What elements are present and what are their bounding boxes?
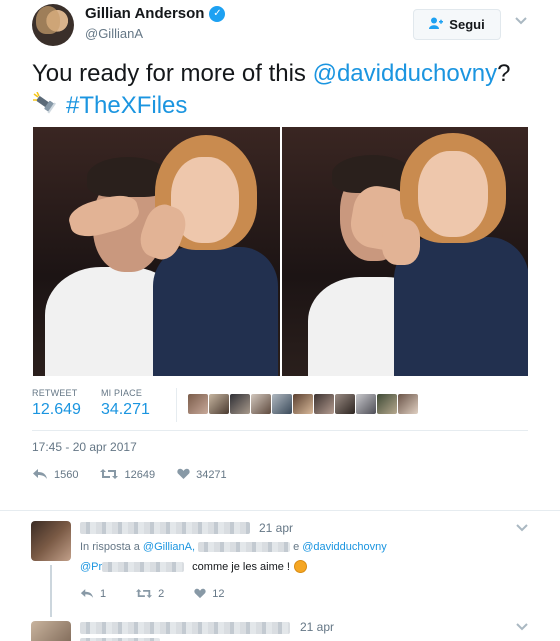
- liker-avatar[interactable]: [188, 394, 208, 414]
- verified-icon: ✓: [209, 5, 226, 22]
- tweet-text-prefix: You ready for more of this: [32, 60, 313, 87]
- retweet-icon: [100, 467, 119, 483]
- photo-left[interactable]: [33, 127, 280, 376]
- author-avatar[interactable]: [32, 4, 74, 46]
- like-action[interactable]: 12: [194, 586, 225, 602]
- engagement-stats: RETWEET 12.649 MI PIACE 34.271: [32, 388, 170, 419]
- redacted-mention: [198, 542, 291, 552]
- reply-actions: 1 2 12: [80, 586, 255, 602]
- add-user-icon: [429, 17, 444, 32]
- tweet-actions: 1560 12649 34271: [32, 467, 249, 483]
- retweet-action[interactable]: 2: [136, 586, 164, 602]
- reply-icon: [80, 586, 94, 602]
- stats-divider: [176, 388, 177, 422]
- reply-avatar[interactable]: [31, 521, 71, 561]
- reply-body-mention[interactable]: @Pr: [80, 561, 102, 573]
- like-count: 34271: [196, 469, 227, 481]
- liker-avatar[interactable]: [377, 394, 397, 414]
- stats-separator: [32, 430, 528, 431]
- reply-avatar[interactable]: [31, 621, 71, 641]
- author-name-row[interactable]: Gillian Anderson ✓: [85, 5, 226, 22]
- reply-to-prefix: In risposta a: [80, 541, 140, 553]
- liker-avatar[interactable]: [335, 394, 355, 414]
- liker-avatar[interactable]: [314, 394, 334, 414]
- retweet-action[interactable]: 12649: [100, 467, 155, 483]
- reply-to-mention[interactable]: @davidduchovny: [302, 541, 387, 553]
- reply-tweet[interactable]: 21 apr In risposta a @GillianA, e @david…: [0, 511, 560, 617]
- tweet: Gillian Anderson ✓ @GillianA Segui You r…: [0, 0, 560, 510]
- reply-action[interactable]: 1560: [32, 467, 78, 483]
- photo-right[interactable]: [281, 127, 528, 376]
- retweet-count: 2: [158, 588, 165, 600]
- tweet-text: You ready for more of this @davidduchovn…: [32, 58, 532, 122]
- liker-avatar[interactable]: [251, 394, 271, 414]
- flashlight-icon: [32, 91, 60, 116]
- reply-body-text: comme je les aime !: [192, 560, 290, 573]
- mention-link[interactable]: @davidduchovny: [313, 60, 497, 87]
- retweet-icon: [136, 586, 153, 602]
- liker-avatar[interactable]: [356, 394, 376, 414]
- liker-avatars: [188, 394, 418, 414]
- reply-count: 1: [100, 588, 107, 600]
- reply-to-line: In risposta a @GillianA, e @davidduchovn…: [80, 541, 387, 553]
- tweet-text-suffix: ?: [497, 60, 511, 87]
- redacted-name: [80, 622, 290, 634]
- like-count: 12: [212, 588, 225, 600]
- likes-stat-label: MI PIACE: [100, 388, 143, 398]
- redacted-name: [80, 522, 250, 534]
- likes-stat-value: 34.271: [100, 401, 150, 418]
- reply-count: 1560: [54, 469, 79, 481]
- like-action[interactable]: 34271: [177, 467, 227, 483]
- reply-to-conjunction: e: [293, 541, 300, 553]
- follow-button[interactable]: Segui: [413, 9, 501, 40]
- reply-body: @Pr comme je les aime !: [80, 560, 307, 573]
- smiley-emoji-icon: [293, 560, 307, 573]
- hashtag-link[interactable]: #TheXFiles: [66, 92, 187, 119]
- reply-icon: [32, 467, 48, 483]
- chevron-down-icon[interactable]: [516, 521, 528, 535]
- redacted-mention: [102, 561, 185, 572]
- liker-avatar[interactable]: [398, 394, 418, 414]
- retweet-count: 12649: [124, 469, 156, 481]
- reply-date[interactable]: 21 apr: [300, 620, 334, 634]
- heart-icon: [177, 467, 190, 483]
- tweet-timestamp[interactable]: 17:45 - 20 apr 2017: [32, 440, 137, 454]
- retweet-stat[interactable]: RETWEET 12.649: [32, 388, 81, 419]
- chevron-down-icon[interactable]: [516, 620, 528, 634]
- liker-avatar[interactable]: [209, 394, 229, 414]
- author-handle[interactable]: @GillianA: [85, 26, 143, 41]
- reply-to-mention[interactable]: @GillianA,: [143, 541, 195, 553]
- heart-icon: [194, 586, 206, 602]
- reply-tweet[interactable]: 21 apr: [0, 611, 560, 641]
- reply-action[interactable]: 1: [80, 586, 106, 602]
- retweet-stat-value: 12.649: [32, 401, 81, 418]
- liker-avatar[interactable]: [293, 394, 313, 414]
- thread-line: [50, 565, 52, 617]
- likes-stat[interactable]: MI PIACE 34.271: [101, 388, 150, 419]
- liker-avatar[interactable]: [230, 394, 250, 414]
- chevron-down-icon[interactable]: [514, 14, 528, 28]
- liker-avatar[interactable]: [272, 394, 292, 414]
- photo-grid: [33, 127, 528, 376]
- follow-button-label: Segui: [449, 17, 485, 32]
- author-name[interactable]: Gillian Anderson: [85, 5, 204, 22]
- reply-date[interactable]: 21 apr: [259, 521, 293, 535]
- retweet-stat-label: RETWEET: [32, 388, 78, 398]
